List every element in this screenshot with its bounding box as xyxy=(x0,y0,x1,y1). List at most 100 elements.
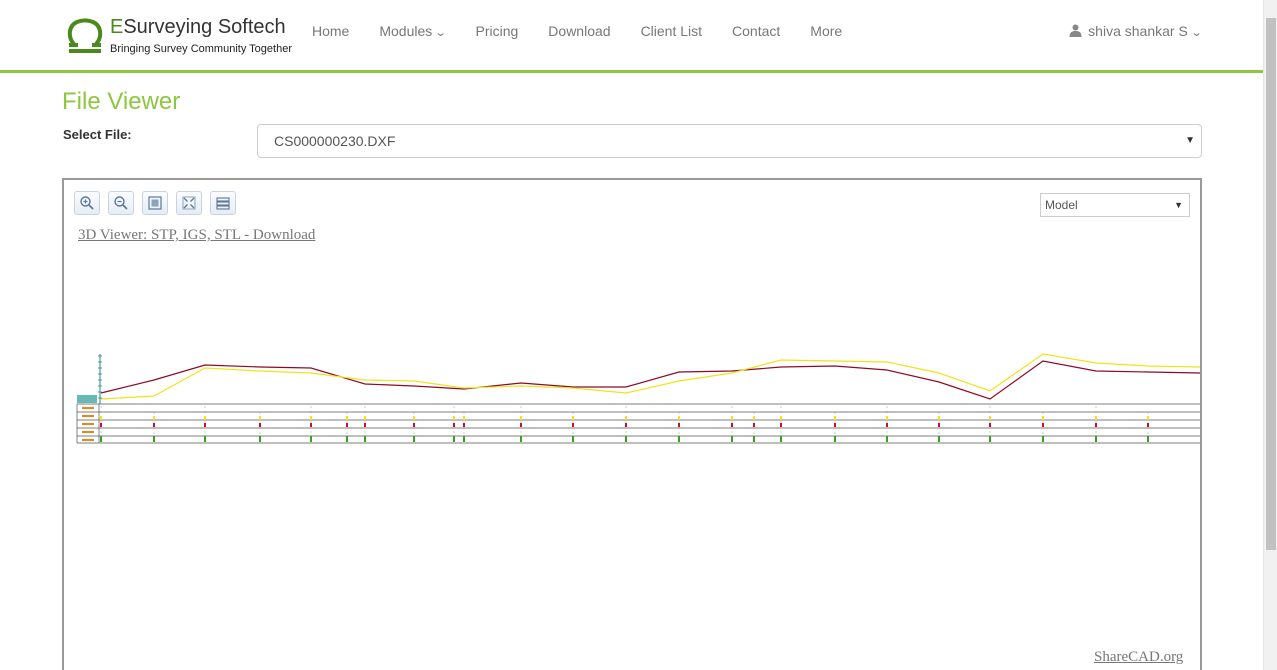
existing-level-mark xyxy=(346,423,348,427)
caret-down-icon: ▼ xyxy=(1174,200,1183,210)
nav-contact[interactable]: Contact xyxy=(717,0,795,70)
proposed-level-mark xyxy=(364,416,366,420)
difference-mark xyxy=(204,436,206,442)
existing-level-mark xyxy=(204,423,206,427)
proposed-level-line xyxy=(100,353,1200,400)
existing-level-mark xyxy=(753,423,755,427)
layers-button[interactable] xyxy=(210,191,236,215)
brand-tagline: Bringing Survey Community Together xyxy=(110,43,292,55)
proposed-level-mark xyxy=(413,416,415,420)
existing-level-mark xyxy=(1095,423,1097,427)
nav-home[interactable]: Home xyxy=(297,0,364,70)
proposed-level-mark xyxy=(625,416,627,420)
select-file-label: Select File: xyxy=(63,127,132,142)
nav-client-list[interactable]: Client List xyxy=(626,0,717,70)
user-menu[interactable]: shiva shankar S ⌄ xyxy=(1069,0,1203,64)
viewer-toolbar xyxy=(74,191,244,215)
logo-mark-icon xyxy=(67,18,103,53)
row-header-label xyxy=(82,407,94,409)
proposed-level-mark xyxy=(678,416,680,420)
existing-ground-line xyxy=(100,360,1200,400)
existing-level-mark xyxy=(780,423,782,427)
difference-mark xyxy=(1095,436,1097,442)
existing-level-mark xyxy=(989,423,991,427)
existing-level-mark xyxy=(1147,423,1149,427)
proposed-level-mark xyxy=(834,416,836,420)
zoom-out-icon xyxy=(114,196,128,210)
difference-mark xyxy=(453,436,455,442)
difference-mark xyxy=(938,436,940,442)
existing-level-mark xyxy=(886,423,888,427)
existing-level-mark xyxy=(259,423,261,427)
difference-mark xyxy=(520,436,522,442)
sharecad-link[interactable]: ShareCAD.org xyxy=(1094,649,1183,666)
existing-level-mark xyxy=(463,423,465,427)
difference-mark xyxy=(364,436,366,442)
existing-level-mark xyxy=(153,423,155,427)
existing-level-mark xyxy=(1042,423,1044,427)
difference-mark xyxy=(753,436,755,442)
proposed-level-mark xyxy=(453,416,455,420)
nav-pricing[interactable]: Pricing xyxy=(461,0,534,70)
existing-level-mark xyxy=(520,423,522,427)
layout-select[interactable]: Model ▼ xyxy=(1040,193,1190,217)
fullscreen-button[interactable] xyxy=(176,191,202,215)
proposed-level-mark xyxy=(463,416,465,420)
cad-drawing[interactable] xyxy=(64,180,1200,670)
row-header-label xyxy=(82,415,94,417)
difference-mark xyxy=(413,436,415,442)
difference-mark xyxy=(346,436,348,442)
user-icon xyxy=(1069,24,1082,37)
scrollbar-thumb[interactable] xyxy=(1266,18,1276,550)
difference-mark xyxy=(1042,436,1044,442)
existing-level-mark xyxy=(625,423,627,427)
brand-logo[interactable]: ESurveying Softech Bringing Survey Commu… xyxy=(66,14,292,60)
existing-level-mark xyxy=(572,423,574,427)
layers-icon xyxy=(216,197,230,210)
difference-mark xyxy=(1147,436,1149,442)
main-nav: Home Modules ⌄ Pricing Download Client Li… xyxy=(297,0,857,70)
proposed-level-mark xyxy=(1147,416,1149,420)
difference-mark xyxy=(834,436,836,442)
chevron-down-icon: ⌄ xyxy=(1190,27,1203,39)
difference-mark xyxy=(625,436,627,442)
fullscreen-icon xyxy=(182,196,196,210)
proposed-level-mark xyxy=(731,416,733,420)
fit-view-button[interactable] xyxy=(142,191,168,215)
zoom-in-icon xyxy=(80,196,94,210)
proposed-level-mark xyxy=(1042,416,1044,420)
3d-viewer-download-link[interactable]: 3D Viewer: STP, IGS, STL - Download xyxy=(78,227,315,244)
difference-mark xyxy=(780,436,782,442)
proposed-level-mark xyxy=(346,416,348,420)
user-name: shiva shankar S xyxy=(1088,23,1188,39)
brand-name: ESurveying Softech xyxy=(110,16,286,38)
proposed-level-mark xyxy=(938,416,940,420)
proposed-level-mark xyxy=(780,416,782,420)
existing-level-mark xyxy=(938,423,940,427)
proposed-level-mark xyxy=(153,416,155,420)
proposed-level-mark xyxy=(572,416,574,420)
caret-down-icon: ▼ xyxy=(1185,135,1195,146)
zoom-out-button[interactable] xyxy=(108,191,134,215)
nav-modules[interactable]: Modules ⌄ xyxy=(364,0,460,70)
proposed-level-mark xyxy=(886,416,888,420)
page-title: File Viewer xyxy=(62,88,181,115)
existing-level-mark xyxy=(310,423,312,427)
row-header-label xyxy=(82,439,94,441)
cad-viewer[interactable]: Model ▼ 3D Viewer: STP, IGS, STL - Downl… xyxy=(62,178,1202,670)
proposed-level-mark xyxy=(520,416,522,420)
layout-select-value: Model xyxy=(1045,198,1078,212)
difference-mark xyxy=(886,436,888,442)
file-select[interactable]: CS000000230.DXF ▼ xyxy=(257,124,1202,158)
difference-mark xyxy=(678,436,680,442)
difference-mark xyxy=(572,436,574,442)
proposed-level-mark xyxy=(100,416,102,420)
proposed-level-mark xyxy=(753,416,755,420)
nav-more[interactable]: More xyxy=(795,0,857,70)
proposed-level-mark xyxy=(310,416,312,420)
difference-mark xyxy=(100,436,102,442)
nav-download[interactable]: Download xyxy=(533,0,625,70)
datum-label xyxy=(77,395,97,403)
zoom-in-button[interactable] xyxy=(74,191,100,215)
page-scrollbar[interactable] xyxy=(1263,0,1277,670)
